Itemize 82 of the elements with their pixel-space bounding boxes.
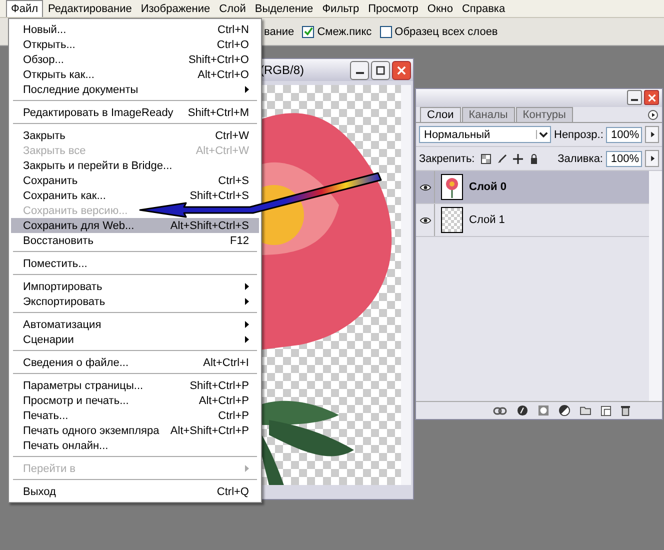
menu-item[interactable]: Редактировать в ImageReady Shift+Ctrl+M <box>11 105 259 120</box>
menu-item[interactable]: Открыть... Ctrl+O <box>11 37 259 52</box>
menu-item[interactable]: Сохранить Ctrl+S <box>11 173 259 188</box>
panel-tab[interactable]: Контуры <box>516 107 573 122</box>
maximize-button[interactable] <box>371 60 390 80</box>
checkbox-label: Смеж.пикс <box>317 26 372 38</box>
menu-item[interactable]: Печать одного экземпляра Alt+Shift+Ctrl+P <box>11 423 259 438</box>
brush-icon[interactable] <box>496 154 507 164</box>
menu-bar-item[interactable]: Редактирование <box>44 0 136 16</box>
menu-item[interactable]: Сохранить для Web... Alt+Shift+Ctrl+S <box>11 218 259 233</box>
close-button[interactable] <box>392 60 411 80</box>
menu-bar-item[interactable]: Слой <box>215 0 250 16</box>
checkbox-label: Образец всех слоев <box>394 26 498 38</box>
opacity-slider-button[interactable] <box>645 126 659 143</box>
close-icon <box>648 94 656 102</box>
menu-item[interactable]: Последние документы <box>11 82 259 97</box>
opacity-label: Непрозр.: <box>554 128 604 140</box>
scrollbar[interactable] <box>649 171 662 401</box>
checkbox[interactable] <box>380 26 392 38</box>
menu-bar-item[interactable]: Справка <box>458 0 510 16</box>
triangle-icon <box>648 131 656 138</box>
fill-field[interactable]: 100% <box>606 150 642 166</box>
menu-item[interactable]: Открыть как... Alt+Ctrl+O <box>11 67 259 82</box>
layer-name: Слой 0 <box>469 181 506 193</box>
menu-item[interactable]: Сохранить как... Shift+Ctrl+S <box>11 188 259 203</box>
new-layer-icon[interactable] <box>601 406 611 416</box>
move-icon[interactable] <box>512 154 523 164</box>
fill-label: Заливка: <box>558 152 603 164</box>
triangle-icon <box>648 155 656 162</box>
lock-icon[interactable] <box>528 154 539 164</box>
opacity-field[interactable]: 100% <box>606 126 642 142</box>
blend-mode-dropdown[interactable]: Нормальный <box>419 126 551 143</box>
menu-item[interactable]: Экспортировать <box>11 294 259 309</box>
menu-item[interactable]: Новый... Ctrl+N <box>11 22 259 37</box>
menu-item[interactable]: Печать... Ctrl+P <box>11 408 259 423</box>
maximize-icon <box>376 66 385 74</box>
menu-bar-item[interactable]: Окно <box>423 0 457 16</box>
menu-item[interactable]: Обзор... Shift+Ctrl+O <box>11 52 259 67</box>
lock-transparency-icon[interactable] <box>480 154 491 164</box>
close-button[interactable] <box>644 90 659 105</box>
menu-item[interactable]: Параметры страницы... Shift+Ctrl+P <box>11 378 259 393</box>
menu-item[interactable]: Поместить... <box>11 256 259 271</box>
panel-tab[interactable]: Каналы <box>462 107 515 122</box>
menu-bar-item[interactable]: Файл <box>6 0 44 17</box>
menu-bar-item[interactable]: Фильтр <box>318 0 364 16</box>
transparent-thumbnail <box>441 207 463 233</box>
menu-item[interactable]: Восстановить F12 <box>11 233 259 248</box>
minimize-button[interactable] <box>350 60 369 80</box>
menu-item[interactable]: Закрыть и перейти в Bridge... <box>11 158 259 173</box>
checkbox[interactable] <box>302 26 314 38</box>
option-label: вание <box>264 26 294 38</box>
menu-item[interactable]: Просмотр и печать... Alt+Ctrl+P <box>11 393 259 408</box>
menu-item[interactable]: Импортировать <box>11 279 259 294</box>
menu-item[interactable]: Выход Ctrl+Q <box>11 484 259 499</box>
link-icon[interactable] <box>493 406 507 414</box>
folder-icon[interactable] <box>580 406 591 415</box>
menu-bar-item[interactable]: Изображение <box>136 0 214 16</box>
menu-item[interactable]: Сведения о файле... Alt+Ctrl+I <box>11 355 259 370</box>
layer-row[interactable]: Слой 0 <box>416 171 649 204</box>
menu-bar-item[interactable]: Выделение <box>250 0 318 16</box>
menu-item[interactable]: Закрыть Ctrl+W <box>11 128 259 143</box>
menu-item[interactable]: Печать онлайн... <box>11 438 259 453</box>
panel-menu-icon[interactable] <box>648 110 658 120</box>
menu-item[interactable]: Сценарии <box>11 332 259 347</box>
panel-tab[interactable]: Слои <box>420 107 461 122</box>
dropdown-arrow-icon <box>536 130 548 139</box>
flower-thumbnail <box>441 174 463 200</box>
adjustment-layer-icon[interactable] <box>559 405 570 416</box>
minimize-icon <box>356 72 364 74</box>
trash-icon[interactable] <box>621 405 630 416</box>
minimize-icon <box>631 99 638 101</box>
fill-slider-button[interactable] <box>645 150 659 167</box>
mask-icon[interactable] <box>538 405 549 416</box>
layer-name: Слой 1 <box>469 214 505 226</box>
layer-row[interactable]: Слой 1 <box>416 204 649 237</box>
close-icon <box>397 66 406 74</box>
menu-item[interactable]: Автоматизация <box>11 317 259 332</box>
scrollbar[interactable] <box>401 85 411 485</box>
layer-style-icon[interactable] <box>517 405 528 416</box>
lock-label: Закрепить: <box>419 152 475 164</box>
minimize-button[interactable] <box>627 90 642 105</box>
menu-bar-item[interactable]: Просмотр <box>364 0 422 16</box>
